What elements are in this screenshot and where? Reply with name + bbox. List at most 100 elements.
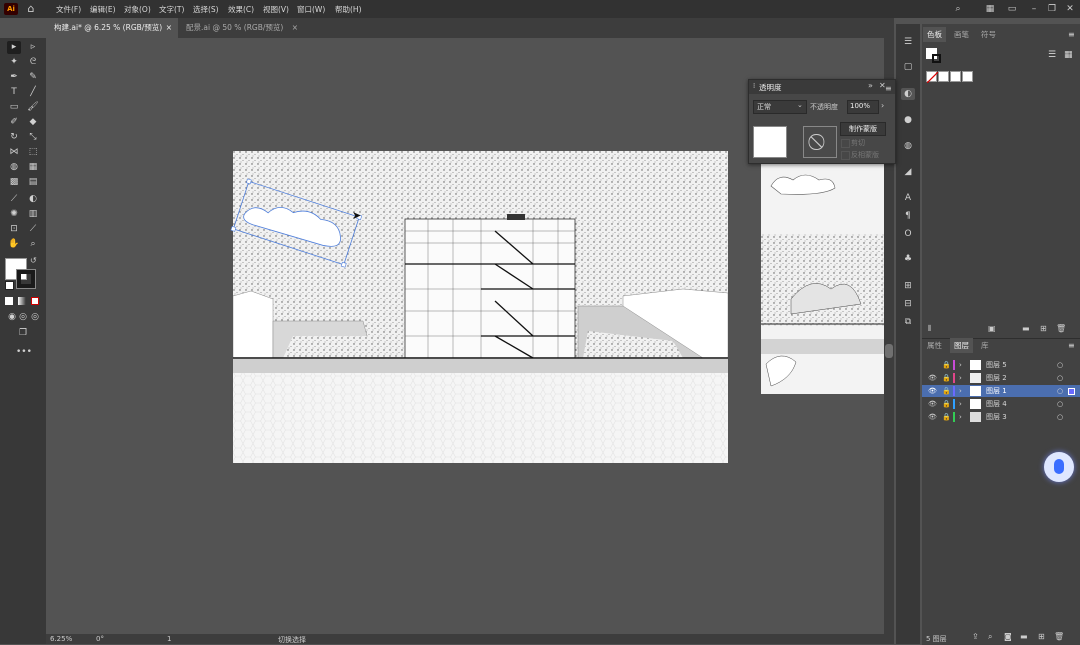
close-tab-icon[interactable]: ×	[166, 18, 172, 38]
tab-properties[interactable]: 属性	[923, 338, 946, 353]
menu-effect[interactable]: 效果(C)	[228, 4, 254, 15]
paintbrush-icon[interactable]: 🖌	[26, 101, 40, 114]
new-swatch-group-icon[interactable]: ▣	[988, 324, 996, 333]
character-icon[interactable]: A	[901, 192, 915, 204]
blend-mode-select[interactable]: 正常 ⌄	[753, 100, 807, 114]
expand-chevron-icon[interactable]: ›	[959, 359, 962, 371]
slice-tool-icon[interactable]: ⟋	[26, 223, 40, 236]
pen-tool-icon[interactable]: ✒	[7, 71, 21, 84]
appearance-icon[interactable]: ●	[901, 114, 915, 126]
color-mode-icon[interactable]	[5, 297, 13, 305]
export-icon[interactable]: ⇪	[972, 632, 979, 641]
selection-indicator[interactable]	[1068, 388, 1075, 395]
default-colors-icon[interactable]	[5, 281, 14, 290]
eyedropper-icon[interactable]: ⟋	[7, 193, 21, 206]
panel-menu-icon[interactable]: ≡	[885, 84, 892, 93]
minimize-icon[interactable]: –	[1027, 2, 1041, 16]
expand-chevron-icon[interactable]: ›	[959, 372, 962, 384]
layer-row[interactable]: 🔒 › 图层 5 ○	[922, 359, 1080, 371]
clipping-mask-icon[interactable]: ◙	[1004, 632, 1012, 641]
tab-document-1[interactable]: 构建.ai* @ 6.25 % (RGB/预览) ×	[46, 18, 178, 38]
artboard-number[interactable]: 1	[167, 635, 171, 643]
layers-menu-icon[interactable]: ≡	[1068, 341, 1075, 350]
tab-symbols[interactable]: 符号	[977, 27, 1000, 42]
target-icon[interactable]: ○	[1057, 411, 1063, 423]
rotation-value[interactable]: 0°	[96, 635, 104, 643]
hand-tool-icon[interactable]: ✋	[7, 238, 21, 251]
new-sublayer-icon[interactable]: ▬	[1020, 632, 1028, 641]
properties-panel-icon[interactable]: ☰	[901, 36, 915, 48]
visibility-eye-icon[interactable]: 👁	[928, 398, 937, 410]
line-tool-icon[interactable]: ╱	[26, 86, 40, 99]
layer-name[interactable]: 图层 4	[986, 398, 1007, 410]
stroke-swatch[interactable]	[932, 54, 941, 63]
layer-name[interactable]: 图层 3	[986, 411, 1007, 423]
pathfinder-icon[interactable]: ⧉	[901, 316, 915, 328]
gradient-mode-icon[interactable]	[18, 297, 26, 305]
clip-checkbox[interactable]	[841, 139, 850, 148]
panel-menu-icon[interactable]: ≡	[1068, 30, 1075, 39]
swap-colors-icon[interactable]: ↺	[30, 256, 37, 265]
swatch-registration[interactable]	[938, 71, 949, 82]
visibility-eye-icon[interactable]: 👁	[928, 385, 937, 397]
transform-icon[interactable]: ⊞	[901, 280, 915, 292]
expand-chevron-icon[interactable]: ›	[959, 398, 962, 410]
shape-builder-icon[interactable]: ◍	[7, 161, 21, 174]
layer-row[interactable]: 👁 🔒 › 图层 4 ○	[922, 398, 1080, 410]
menu-select[interactable]: 选择(S)	[193, 4, 219, 15]
stroke-color-swatch[interactable]	[16, 269, 36, 289]
visibility-eye-icon[interactable]: 👁	[928, 411, 937, 423]
free-transform-icon[interactable]: ⬚	[26, 146, 40, 159]
chevron-right-icon[interactable]: ›	[881, 101, 884, 110]
visibility-eye-icon[interactable]: 👁	[928, 372, 937, 384]
rectangle-tool-icon[interactable]: ▭	[7, 101, 21, 114]
delete-swatch-icon[interactable]: 🗑	[1056, 324, 1066, 333]
target-icon[interactable]: ○	[1057, 398, 1063, 410]
layer-name[interactable]: 图层 1	[986, 385, 1007, 397]
workspace-icon[interactable]: ▭	[1005, 2, 1019, 16]
magic-wand-icon[interactable]: ✦	[7, 56, 21, 69]
no-mask-icon[interactable]: ⃠	[803, 126, 837, 158]
swatch-white[interactable]	[950, 71, 961, 82]
lock-icon[interactable]: 🔒	[942, 385, 951, 397]
target-icon[interactable]: ○	[1057, 372, 1063, 384]
list-view-icon[interactable]: ☰	[1048, 50, 1056, 60]
target-icon[interactable]: ○	[1057, 385, 1063, 397]
lasso-icon[interactable]: ᘓ	[26, 56, 40, 69]
search-icon[interactable]: ⌕	[951, 2, 965, 16]
shaper-tool-icon[interactable]: ✐	[7, 116, 21, 129]
swatch-library-icon[interactable]: ⫴	[928, 324, 931, 334]
graphic-styles-icon[interactable]: ◍	[901, 140, 915, 152]
screen-mode-icon[interactable]: ❐	[16, 327, 30, 340]
close-tab-icon[interactable]: ×	[292, 18, 298, 38]
direct-selection-tool-icon[interactable]: ▹	[26, 41, 40, 54]
grid-view-icon[interactable]: ▦	[1064, 50, 1073, 60]
lock-icon[interactable]: 🔒	[942, 359, 951, 371]
opacity-input[interactable]: 100%	[847, 100, 879, 114]
more-tools-icon[interactable]: •••	[16, 346, 32, 359]
artboard-tool-icon[interactable]: ⊡	[7, 223, 21, 236]
tab-brushes[interactable]: 画笔	[950, 27, 973, 42]
grip-icon[interactable]: ⁞	[753, 82, 755, 90]
make-mask-button[interactable]: 制作蒙版	[840, 122, 886, 136]
artboard-secondary[interactable]	[761, 164, 884, 394]
invert-mask-checkbox[interactable]	[841, 151, 850, 160]
mesh-tool-icon[interactable]: ▩	[7, 176, 21, 189]
layer-row-selected[interactable]: 👁 🔒 › 图层 1 ○	[922, 385, 1080, 397]
lock-icon[interactable]: 🔒	[942, 372, 951, 384]
lock-icon[interactable]: 🔒	[942, 398, 951, 410]
swatch-white-2[interactable]	[962, 71, 973, 82]
transparency-panel-icon[interactable]: ◐	[901, 88, 915, 100]
lock-icon[interactable]: 🔒	[942, 411, 951, 423]
home-icon[interactable]: ⌂	[24, 2, 38, 16]
layer-row[interactable]: 👁 🔒 › 图层 2 ○	[922, 372, 1080, 384]
width-tool-icon[interactable]: ⋈	[7, 146, 21, 159]
draw-inside-icon[interactable]: ◎	[28, 311, 42, 324]
new-swatch-icon[interactable]: ⊞	[1040, 324, 1047, 333]
layer-name[interactable]: 图层 5	[986, 359, 1007, 371]
folder-icon[interactable]: ▬	[1022, 324, 1030, 333]
comments-icon[interactable]: ▢	[901, 61, 915, 73]
menu-file[interactable]: 文件(F)	[56, 4, 81, 15]
menu-object[interactable]: 对象(O)	[124, 4, 151, 15]
new-layer-icon[interactable]: ⊞	[1038, 632, 1045, 641]
